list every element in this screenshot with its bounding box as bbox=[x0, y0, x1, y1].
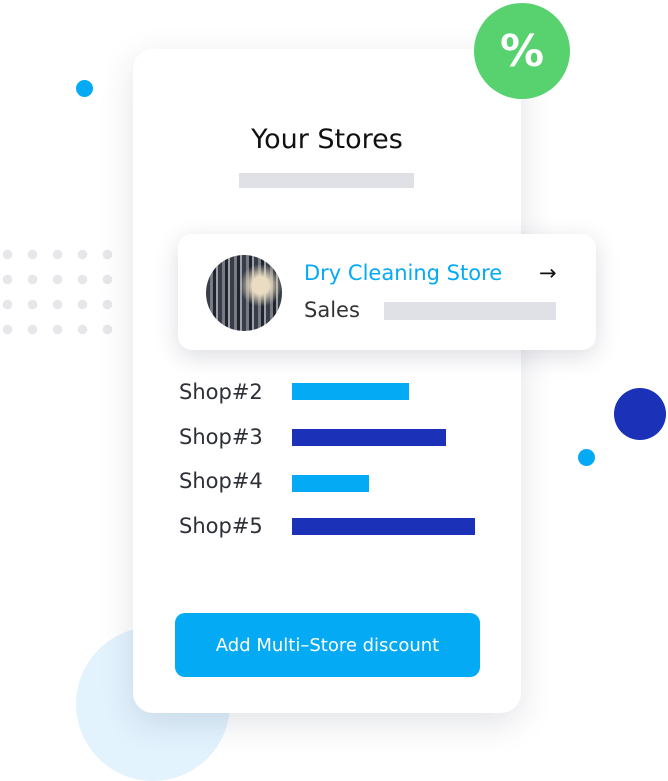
title-placeholder-bar bbox=[239, 173, 414, 188]
shop-label: Shop#5 bbox=[179, 514, 263, 538]
decorative-dot-grid bbox=[0, 247, 120, 337]
decorative-dot bbox=[76, 80, 93, 97]
page-title: Your Stores bbox=[251, 124, 403, 155]
arrow-right-icon[interactable]: → bbox=[539, 258, 557, 288]
percent-icon: % bbox=[474, 3, 570, 99]
store-card[interactable]: Dry Cleaning Store → Sales bbox=[178, 234, 596, 350]
store-photo bbox=[206, 255, 282, 331]
decorative-dot bbox=[578, 449, 595, 466]
store-name-link[interactable]: Dry Cleaning Store bbox=[304, 258, 502, 288]
shop-sales-bar bbox=[292, 475, 369, 492]
shop-sales-bar bbox=[292, 383, 409, 400]
shop-label: Shop#4 bbox=[179, 469, 263, 493]
shop-label: Shop#2 bbox=[179, 380, 263, 404]
add-multi-store-discount-button[interactable]: Add Multi–Store discount bbox=[175, 613, 480, 677]
sales-placeholder-bar bbox=[384, 302, 556, 320]
decorative-circle-navy bbox=[614, 388, 666, 440]
shop-sales-bar bbox=[292, 429, 446, 446]
shop-sales-bar bbox=[292, 518, 475, 535]
shop-label: Shop#3 bbox=[179, 425, 263, 449]
sales-label: Sales bbox=[304, 298, 360, 322]
